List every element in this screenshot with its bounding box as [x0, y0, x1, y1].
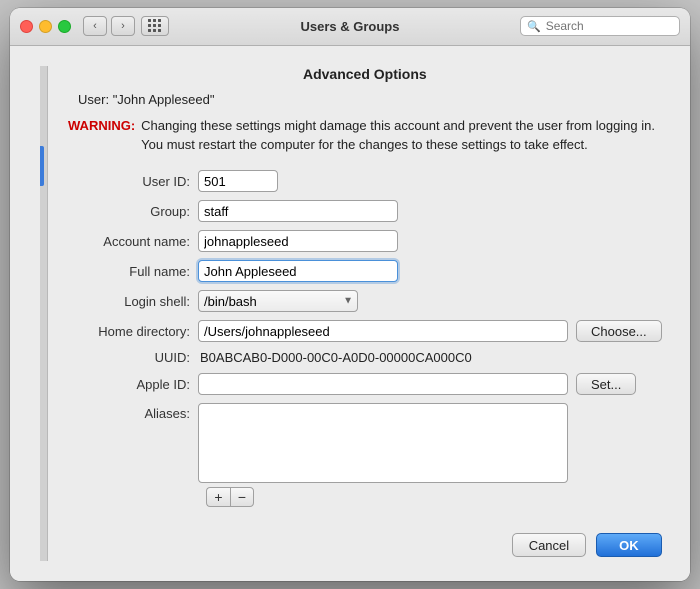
warning-block: WARNING: Changing these settings might d…	[68, 117, 662, 155]
sidebar-strip	[40, 66, 48, 562]
user-label: User:	[78, 92, 109, 107]
close-button[interactable]	[20, 20, 33, 33]
form-rows: User ID: Group: Account name:	[68, 170, 662, 483]
account-name-label: Account name:	[68, 234, 198, 249]
add-alias-button[interactable]: +	[206, 487, 230, 507]
choose-button[interactable]: Choose...	[576, 320, 662, 342]
remove-alias-button[interactable]: −	[230, 487, 254, 507]
user-value: "John Appleseed"	[113, 92, 215, 107]
minimize-button[interactable]	[39, 20, 52, 33]
uuid-row: UUID: B0ABCAB0-D000-00C0-A0D0-00000CA000…	[68, 350, 662, 365]
login-shell-wrapper: /bin/bash /bin/sh /bin/zsh /usr/bin/fals…	[198, 290, 358, 312]
warning-text: Changing these settings might damage thi…	[141, 117, 661, 155]
home-directory-row: Home directory: Choose...	[68, 320, 662, 342]
aliases-label: Aliases:	[68, 403, 198, 421]
search-input[interactable]	[546, 19, 673, 33]
login-shell-select[interactable]: /bin/bash /bin/sh /bin/zsh /usr/bin/fals…	[198, 290, 358, 312]
dialog-title: Advanced Options	[68, 66, 662, 82]
home-directory-input[interactable]	[198, 320, 568, 342]
full-name-input[interactable]	[198, 260, 398, 282]
full-name-label: Full name:	[68, 264, 198, 279]
home-directory-label: Home directory:	[68, 324, 198, 339]
user-id-label: User ID:	[68, 174, 198, 189]
aliases-textarea[interactable]	[198, 403, 568, 483]
maximize-button[interactable]	[58, 20, 71, 33]
titlebar: ‹ › Users & Groups 🔍	[10, 8, 690, 46]
search-icon: 🔍	[527, 20, 541, 33]
layout: Advanced Options User: "John Appleseed" …	[40, 66, 660, 562]
group-input[interactable]	[198, 200, 398, 222]
back-button[interactable]: ‹	[83, 16, 107, 36]
set-button[interactable]: Set...	[576, 373, 636, 395]
search-bar[interactable]: 🔍	[520, 16, 680, 36]
grid-view-button[interactable]	[141, 16, 169, 36]
group-row: Group:	[68, 200, 662, 222]
window-title: Users & Groups	[301, 19, 400, 34]
apple-id-input[interactable]	[198, 373, 568, 395]
traffic-lights	[20, 20, 71, 33]
main-content: Advanced Options User: "John Appleseed" …	[10, 46, 690, 582]
group-label: Group:	[68, 204, 198, 219]
aliases-row: Aliases:	[68, 403, 662, 483]
account-name-input[interactable]	[198, 230, 398, 252]
forward-button[interactable]: ›	[111, 16, 135, 36]
warning-label: WARNING:	[68, 117, 135, 155]
full-name-row: Full name:	[68, 260, 662, 282]
user-id-input[interactable]	[198, 170, 278, 192]
cancel-button[interactable]: Cancel	[512, 533, 586, 557]
user-id-row: User ID:	[68, 170, 662, 192]
uuid-label: UUID:	[68, 350, 198, 365]
advanced-options-dialog: Advanced Options User: "John Appleseed" …	[68, 66, 662, 562]
nav-buttons: ‹ ›	[83, 16, 135, 36]
dialog-footer: Cancel OK	[68, 523, 662, 561]
grid-icon	[148, 19, 162, 33]
apple-id-row: Apple ID: Set...	[68, 373, 662, 395]
uuid-value: B0ABCAB0-D000-00C0-A0D0-00000CA000C0	[198, 350, 472, 365]
plus-minus-row: + −	[206, 487, 662, 507]
login-shell-label: Login shell:	[68, 294, 198, 309]
login-shell-row: Login shell: /bin/bash /bin/sh /bin/zsh …	[68, 290, 662, 312]
user-line: User: "John Appleseed"	[78, 92, 662, 107]
sidebar-active-indicator	[40, 146, 44, 186]
ok-button[interactable]: OK	[596, 533, 662, 557]
account-name-row: Account name:	[68, 230, 662, 252]
apple-id-label: Apple ID:	[68, 377, 198, 392]
main-window: ‹ › Users & Groups 🔍 Advanced Options	[10, 8, 690, 582]
